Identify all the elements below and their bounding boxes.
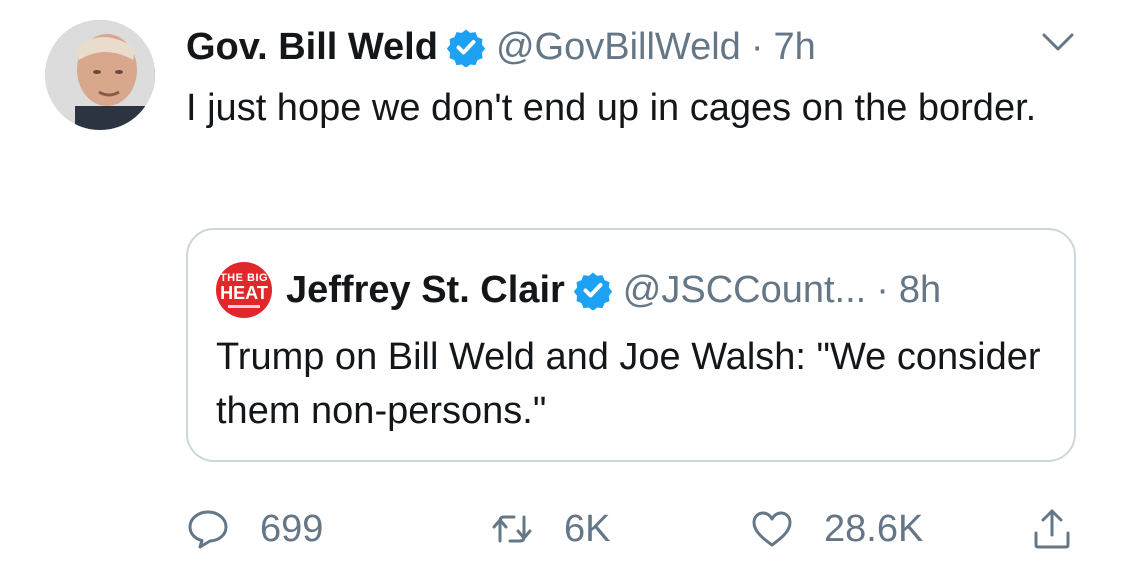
quoted-tweet-timestamp[interactable]: 8h	[899, 267, 941, 313]
share-icon	[1030, 507, 1074, 551]
tweet-timestamp[interactable]: 7h	[773, 24, 815, 70]
avatar-portrait	[45, 20, 155, 130]
quoted-tweet-text: Trump on Bill Weld and Joe Walsh: "We co…	[216, 336, 1041, 432]
verified-badge-icon	[446, 27, 486, 67]
retweet-button[interactable]: 6K	[490, 507, 610, 551]
like-icon	[750, 507, 794, 551]
author-name[interactable]: Gov. Bill Weld	[186, 24, 438, 70]
verified-badge-icon	[573, 270, 613, 310]
tweet-text: I just hope we don't end up in cages on …	[186, 87, 1037, 129]
retweet-icon	[490, 507, 534, 551]
quoted-tweet-header: THE BIG HEAT Jeffrey St. Clair @JSCCount…	[216, 262, 941, 318]
share-button[interactable]	[1030, 507, 1074, 551]
separator-dot: ·	[876, 269, 889, 311]
separator-dot: ·	[750, 26, 764, 68]
like-count: 28.6K	[824, 507, 924, 550]
quoted-tweet[interactable]: THE BIG HEAT Jeffrey St. Clair @JSCCount…	[186, 228, 1076, 462]
retweet-count: 6K	[564, 507, 611, 550]
avatar-logo-line2: HEAT	[220, 282, 268, 303]
quoted-author-name[interactable]: Jeffrey St. Clair	[286, 267, 565, 313]
quoted-author-avatar[interactable]: THE BIG HEAT	[216, 262, 272, 318]
quoted-author-handle[interactable]: @JSCCount...	[623, 267, 866, 313]
author-handle[interactable]: @GovBillWeld	[496, 24, 741, 70]
action-bar: 699 6K 28.6K	[0, 507, 1125, 563]
reply-button[interactable]: 699	[186, 507, 323, 551]
author-avatar[interactable]	[45, 20, 155, 130]
tweet-header: Gov. Bill Weld @GovBillWeld · 7h	[186, 24, 816, 70]
avatar-logo-line1: THE BIG	[219, 271, 269, 284]
like-button[interactable]: 28.6K	[750, 507, 923, 551]
reply-icon	[186, 507, 230, 551]
chevron-down-icon[interactable]	[1040, 30, 1076, 54]
reply-count: 699	[260, 507, 324, 550]
avatar-logo-stripe	[228, 304, 260, 308]
